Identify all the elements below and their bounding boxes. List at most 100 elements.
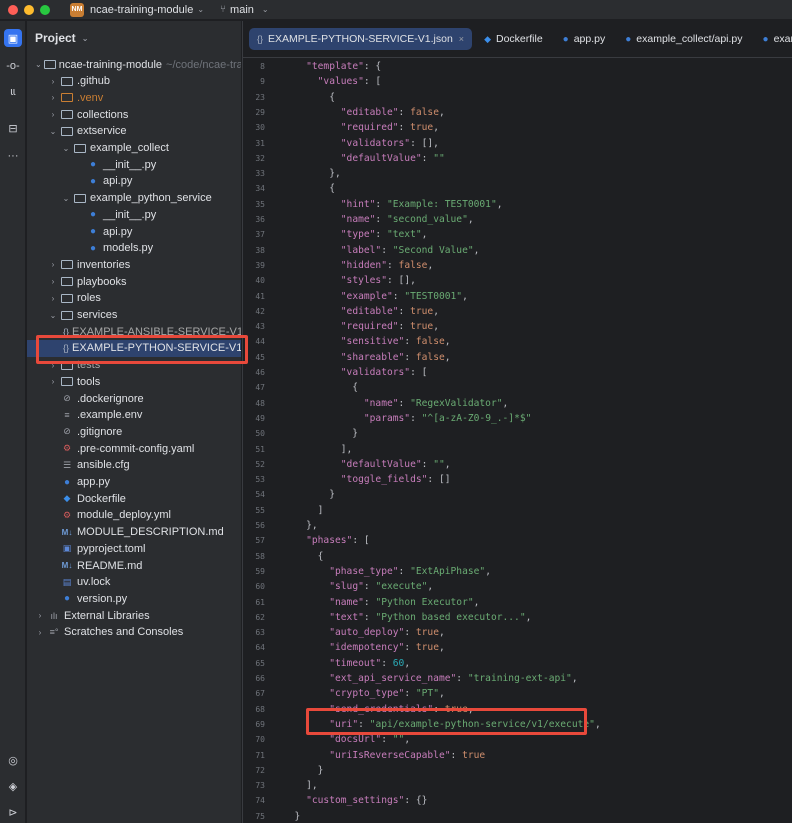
code-line[interactable]: "validators": [ xyxy=(283,365,428,380)
code-editor[interactable]: 8 9 23 29 30 31 32 33 34 35 36 37 38 39 40 41 42 43 44 45 46… xyxy=(243,58,792,823)
tree-item[interactable]: › ılı External Libraries xyxy=(27,607,241,624)
code-line[interactable]: "custom_settings": {} xyxy=(283,793,427,808)
chevron-right-icon[interactable]: › xyxy=(48,110,58,119)
chevron-right-icon[interactable]: › xyxy=(48,93,58,102)
code-line[interactable]: "validators": [], xyxy=(283,136,439,151)
tree-item[interactable]: › inventories xyxy=(27,256,241,273)
tree-item[interactable]: ⊘ .dockerignore xyxy=(27,390,241,407)
code-line[interactable]: "styles": [], xyxy=(283,273,416,288)
code-line[interactable]: "values": [ xyxy=(283,74,382,89)
code-line[interactable]: "label": "Second Value", xyxy=(283,243,480,258)
code-line[interactable]: "name": "second_value", xyxy=(283,212,474,227)
folder-icon[interactable]: ▣ xyxy=(4,29,22,47)
chevron-right-icon[interactable]: › xyxy=(48,77,58,86)
code-line[interactable]: "type": "text", xyxy=(283,227,428,242)
tree-item[interactable]: {} EXAMPLE-ANSIBLE-SERVICE-V1.jsc xyxy=(27,323,241,340)
tree-item[interactable]: models.py xyxy=(27,240,241,257)
code-line[interactable]: "sensitive": false, xyxy=(283,334,451,349)
tree-item[interactable]: ◆ Dockerfile xyxy=(27,490,241,507)
code-line[interactable]: ], xyxy=(283,442,353,457)
tree-item[interactable]: ⌄ ncae-training-module ~/code/ncae-trair xyxy=(27,56,241,73)
code-line[interactable]: "slug": "execute", xyxy=(283,579,433,594)
code-line[interactable]: "template": { xyxy=(283,59,381,74)
code-line[interactable]: "editable": false, xyxy=(283,105,445,120)
code-line[interactable]: { xyxy=(283,90,335,105)
tree-item[interactable]: ≡ .example.env xyxy=(27,407,241,424)
structure-icon[interactable]: ⊟ xyxy=(4,119,22,137)
project-selector[interactable]: ncae-training-module xyxy=(90,4,193,16)
code-line[interactable]: "hidden": false, xyxy=(283,258,433,273)
code-line[interactable]: "phases": [ xyxy=(283,533,370,548)
code-line[interactable]: } xyxy=(283,763,324,778)
chevron-right-icon[interactable]: › xyxy=(48,377,58,386)
branch-selector[interactable]: ⑂ main ⌄ xyxy=(220,4,269,16)
python-console-icon[interactable]: ◎ xyxy=(4,751,22,769)
tree-item[interactable]: ⌄ example_python_service xyxy=(27,190,241,207)
tree-item[interactable]: ▣ pyproject.toml xyxy=(27,540,241,557)
tree-item[interactable]: › collections xyxy=(27,106,241,123)
tree-item[interactable]: M↓ README.md xyxy=(27,557,241,574)
tree-item[interactable]: version.py xyxy=(27,590,241,607)
code-line[interactable]: } xyxy=(283,426,358,441)
code-line[interactable]: "name": "RegexValidator", xyxy=(283,396,508,411)
code-line[interactable]: "example": "TEST0001", xyxy=(283,289,468,304)
editor-tab[interactable]: ◆ Dockerfile xyxy=(476,28,551,50)
zoom-window-button[interactable] xyxy=(40,4,50,15)
chevron-right-icon[interactable]: › xyxy=(35,628,45,637)
close-icon[interactable]: × xyxy=(459,34,464,44)
code-line[interactable]: } xyxy=(283,809,301,823)
code-line[interactable]: "shareable": false, xyxy=(283,350,451,365)
project-badge[interactable]: NM xyxy=(70,2,84,17)
code-line[interactable]: "editable": true, xyxy=(283,304,439,319)
code-line[interactable]: "uri": "api/example-python-service/v1/ex… xyxy=(283,717,601,732)
code-line[interactable]: "toggle_fields": [] xyxy=(283,472,451,487)
code-line[interactable]: "params": "^[a-zA-Z0-9_.-]*$" xyxy=(283,411,532,426)
tree-item[interactable]: ⚙ module_deploy.yml xyxy=(27,507,241,524)
tree-item[interactable]: › ≡° Scratches and Consoles xyxy=(27,624,241,641)
code-line[interactable]: "text": "Python based executor...", xyxy=(283,610,531,625)
chevron-right-icon[interactable]: › xyxy=(48,277,58,286)
tree-item[interactable]: ▤ uv.lock xyxy=(27,574,241,591)
code-line[interactable]: ] xyxy=(283,503,324,518)
tree-item[interactable]: __init__.py xyxy=(27,156,241,173)
chevron-down-icon[interactable]: ⌄ xyxy=(35,60,42,69)
tree-item[interactable]: M↓ MODULE_DESCRIPTION.md xyxy=(27,524,241,541)
code-line[interactable]: }, xyxy=(283,518,318,533)
code-line[interactable]: "required": true, xyxy=(283,319,439,334)
editor-tab[interactable]: examp xyxy=(755,28,792,50)
close-window-button[interactable] xyxy=(8,4,18,15)
tree-item[interactable]: api.py xyxy=(27,223,241,240)
code-line[interactable]: "name": "Python Executor", xyxy=(283,595,479,610)
services-icon[interactable]: ◈ xyxy=(4,777,22,795)
chevron-right-icon[interactable]: › xyxy=(48,294,58,303)
more-icon[interactable]: ··· xyxy=(4,147,22,165)
tree-item[interactable]: › roles xyxy=(27,290,241,307)
tree-item[interactable]: {} EXAMPLE-PYTHON-SERVICE-V1.js xyxy=(27,339,241,357)
code-line[interactable]: "idempotency": true, xyxy=(283,640,445,655)
minimize-window-button[interactable] xyxy=(24,4,34,15)
code-line[interactable]: ], xyxy=(283,778,318,793)
pull-request-icon[interactable]: ɩɩ xyxy=(4,83,22,101)
code-line[interactable]: "defaultValue": "" xyxy=(283,151,445,166)
chevron-right-icon[interactable]: › xyxy=(48,260,58,269)
code-line[interactable]: "uriIsReverseCapable": true xyxy=(283,748,485,763)
tree-item[interactable]: ⚙ .pre-commit-config.yaml xyxy=(27,440,241,457)
tree-item[interactable]: › tests xyxy=(27,357,241,374)
terminal-icon[interactable]: ⊳ xyxy=(4,803,22,821)
chevron-down-icon[interactable]: ⌄ xyxy=(61,194,71,203)
code-line[interactable]: "required": true, xyxy=(283,120,439,135)
code-line[interactable]: "docsUrl": "", xyxy=(283,732,410,747)
chevron-down-icon[interactable]: ⌄ xyxy=(48,127,58,136)
code-line[interactable]: "phase_type": "ExtApiPhase", xyxy=(283,564,491,579)
code-line[interactable]: "send_credentials": true, xyxy=(283,702,473,717)
code-line[interactable]: "defaultValue": "", xyxy=(283,457,451,472)
commit-icon[interactable]: -o- xyxy=(4,57,22,75)
chevron-down-icon[interactable]: ⌄ xyxy=(61,144,71,153)
tree-item[interactable]: __init__.py xyxy=(27,206,241,223)
code-line[interactable]: }, xyxy=(283,166,341,181)
code-line[interactable]: } xyxy=(283,487,335,502)
chevron-right-icon[interactable]: › xyxy=(48,361,58,370)
chevron-down-icon[interactable]: ⌄ xyxy=(197,5,204,14)
editor-tab[interactable]: {} EXAMPLE-PYTHON-SERVICE-V1.json × xyxy=(249,28,473,50)
code-line[interactable]: "ext_api_service_name": "training-ext-ap… xyxy=(283,671,577,686)
